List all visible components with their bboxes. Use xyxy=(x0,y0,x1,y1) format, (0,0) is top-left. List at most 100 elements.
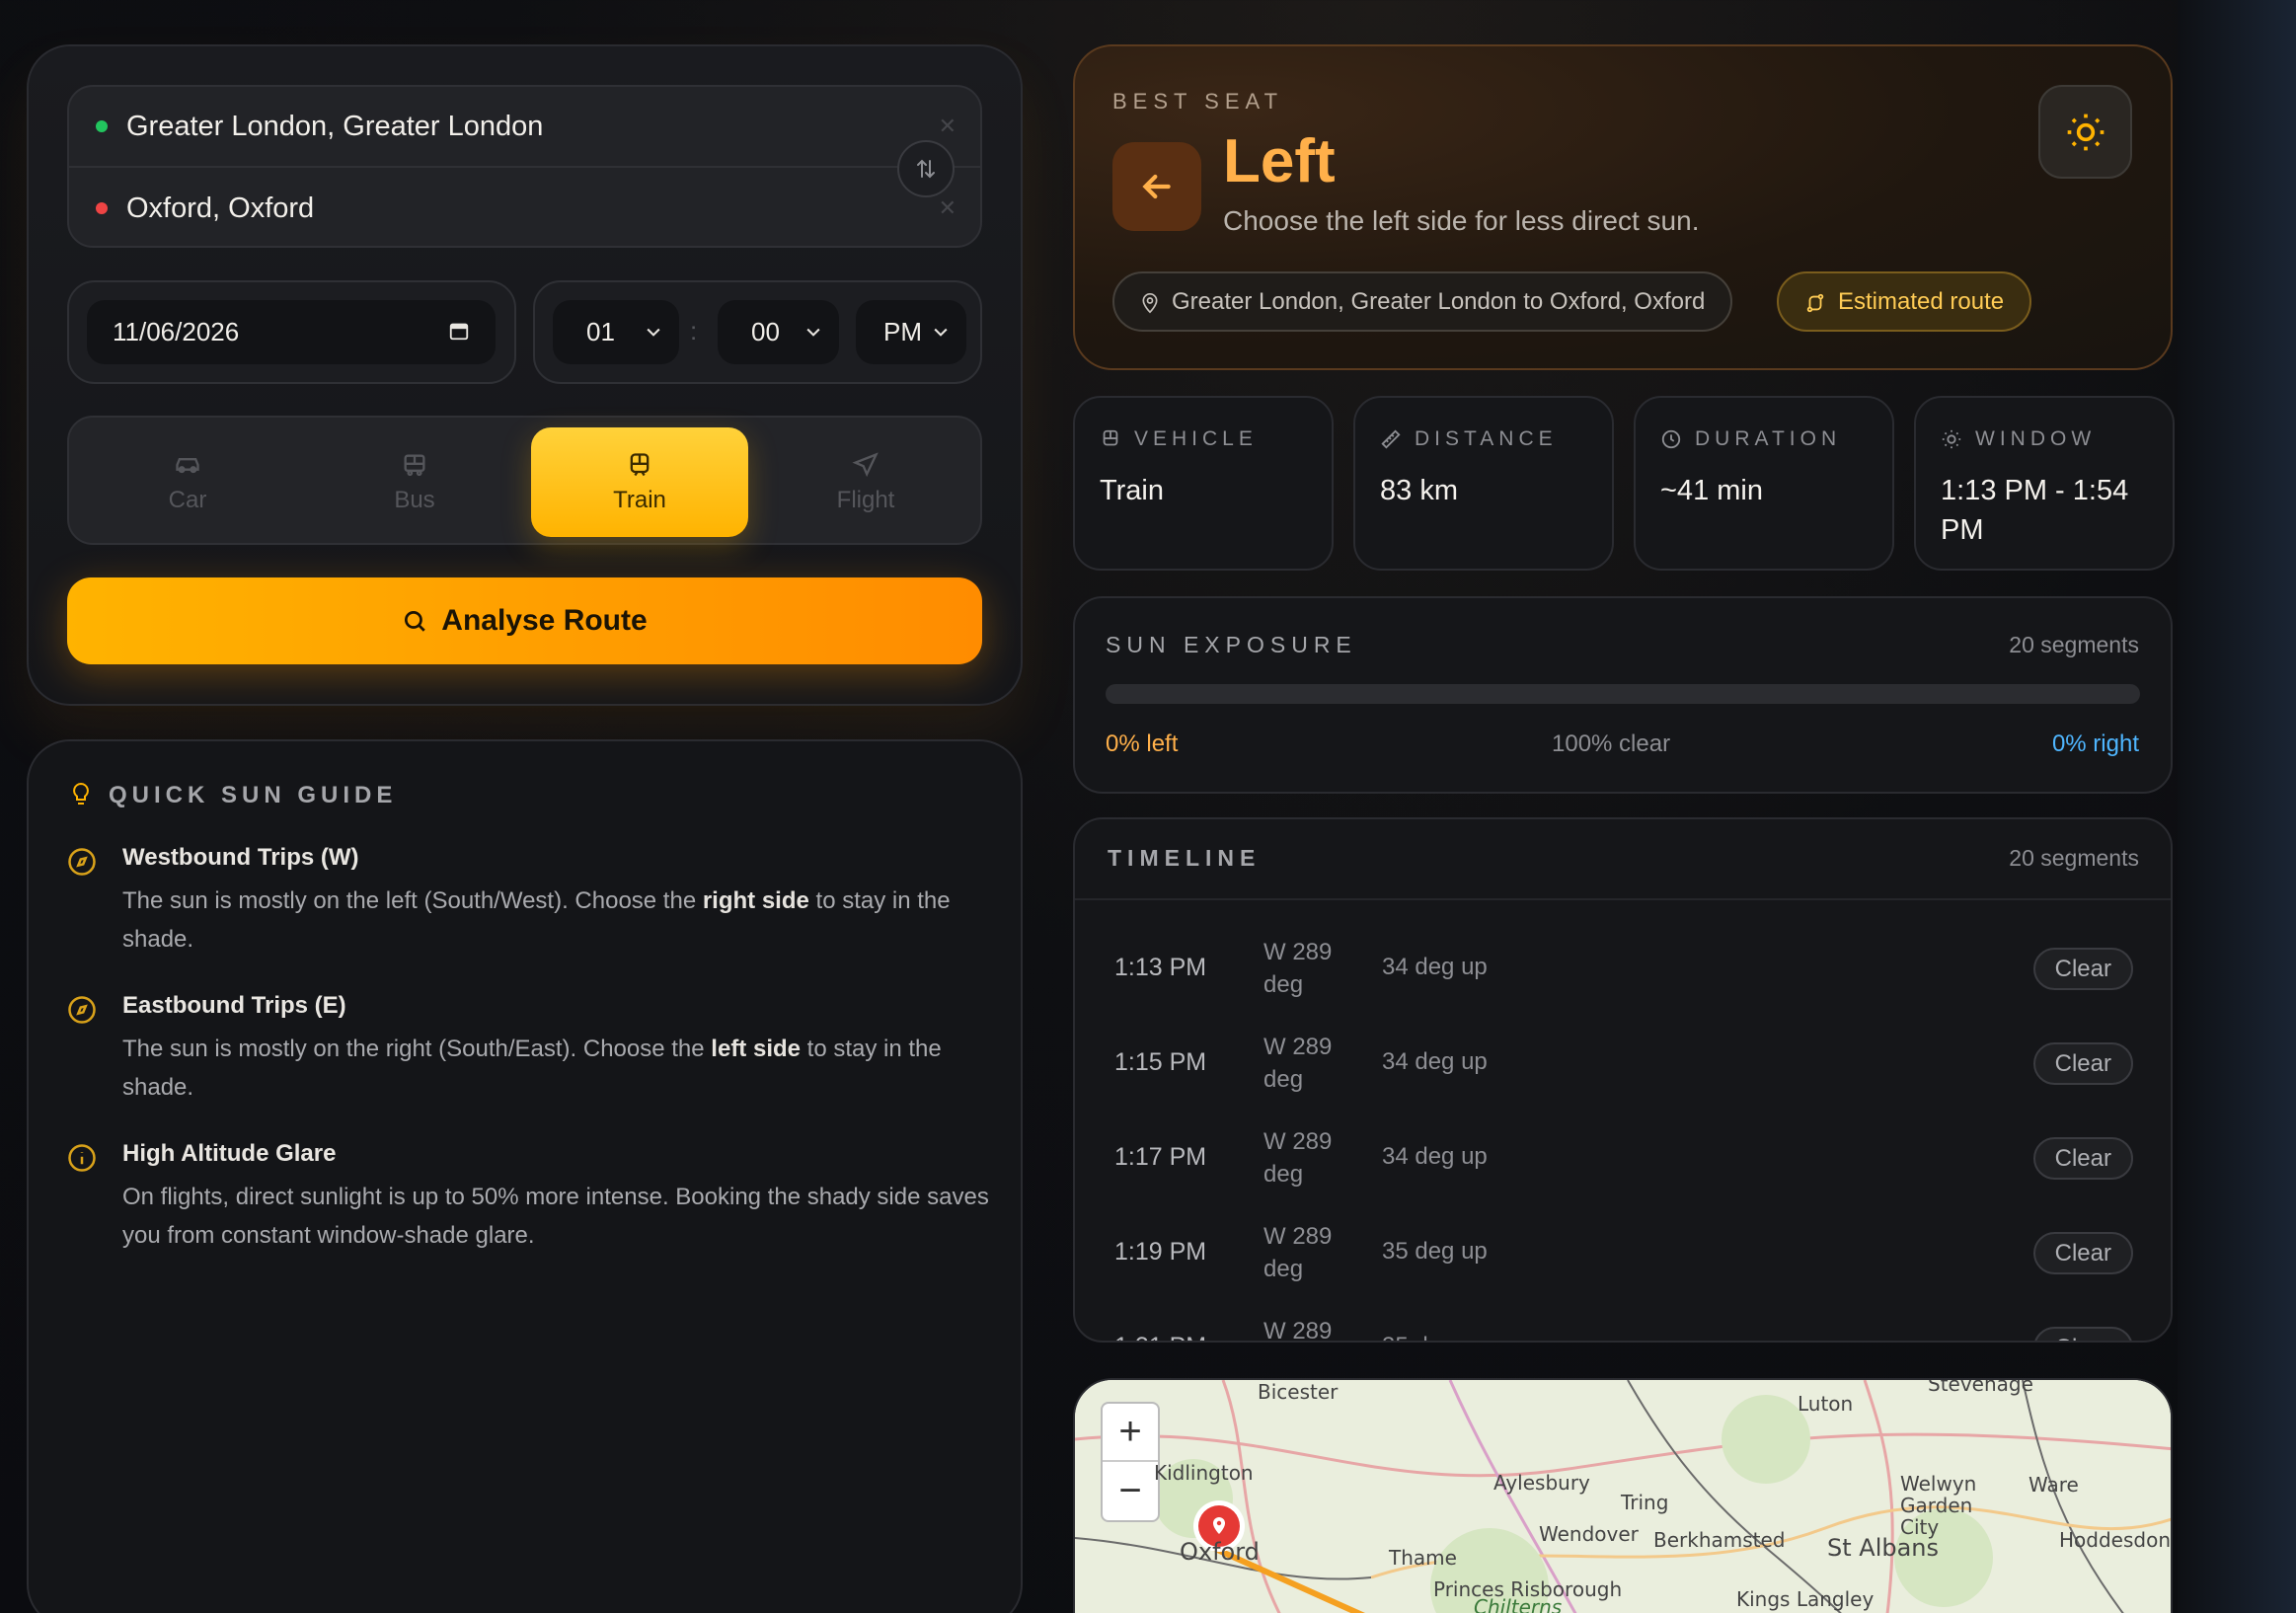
guide-item-title: High Altitude Glare xyxy=(122,1140,337,1167)
timeline-row: 1:19 PM W 289 deg 35 deg up Clear xyxy=(1075,1210,2171,1305)
mode-train[interactable]: Train xyxy=(531,427,748,537)
map-label: Wendover xyxy=(1539,1522,1639,1546)
status-badge: Clear xyxy=(2032,1137,2133,1180)
timeline-time: 1:21 PM xyxy=(1114,1333,1206,1341)
route-map[interactable]: + − Bicester Luton Stevenage Kidlington … xyxy=(1073,1378,2173,1613)
stat-label: WINDOW xyxy=(1975,427,2097,450)
info-icon xyxy=(68,1144,96,1172)
timeline-row: 1:15 PM W 289 deg 34 deg up Clear xyxy=(1075,1021,2171,1115)
mode-flight[interactable]: Flight xyxy=(757,427,974,537)
timeline-row: 1:17 PM W 289 deg 34 deg up Clear xyxy=(1075,1115,2171,1210)
timeline-direction: W 289 deg xyxy=(1263,1223,1333,1282)
map-label: Hoddesdon xyxy=(2059,1528,2171,1552)
route-text: Greater London, Greater London to Oxford… xyxy=(1172,287,1706,315)
stat-vehicle: VEHICLE Train xyxy=(1073,396,1334,571)
travel-mode-selector: Car Bus Train Flight xyxy=(67,416,982,545)
calendar-icon[interactable] xyxy=(448,320,470,342)
app-root: Greater London, Greater London ✕ Oxford,… xyxy=(0,0,2296,1613)
map-label: Chilterns xyxy=(1474,1595,1563,1613)
chevron-down-icon xyxy=(806,328,820,337)
map-label: Bicester xyxy=(1258,1380,1339,1404)
timeline-elevation: 34 deg up xyxy=(1382,1048,1488,1075)
timeline-direction: W 289 deg xyxy=(1263,939,1333,998)
mode-label: Car xyxy=(168,486,207,513)
timeline-elevation: 35 deg up xyxy=(1382,1333,1488,1341)
timeline-segments: 20 segments xyxy=(2009,845,2139,871)
clock-icon xyxy=(1661,429,1681,449)
compass-icon xyxy=(68,848,96,876)
date-input[interactable]: 11/06/2026 xyxy=(87,300,496,364)
zoom-in-button[interactable]: + xyxy=(1103,1404,1158,1462)
ruler-icon xyxy=(1381,429,1401,449)
background-edge xyxy=(2178,0,2296,1613)
origin-field[interactable]: Greater London, Greater London ✕ xyxy=(69,87,980,168)
origin-dot xyxy=(96,120,108,132)
best-seat-label: BEST SEAT xyxy=(1112,89,1284,114)
guide-item-text: The sun is mostly on the right (South/Ea… xyxy=(122,1036,942,1101)
map-label: Berkhamsted xyxy=(1653,1528,1786,1552)
route-icon xyxy=(1806,293,1824,313)
analyse-route-label: Analyse Route xyxy=(441,604,648,637)
destination-dot xyxy=(96,202,108,214)
minute-select[interactable]: 00 xyxy=(718,300,839,364)
status-badge: Clear xyxy=(2032,948,2133,990)
timeline-direction: W 289 deg xyxy=(1263,1034,1333,1093)
exposure-left: 0% left xyxy=(1106,730,1179,757)
timeline-direction: W 289 deg xyxy=(1263,1128,1333,1188)
clear-destination-icon[interactable]: ✕ xyxy=(939,195,957,221)
map-label: Oxford xyxy=(1180,1538,1260,1566)
swap-locations-button[interactable] xyxy=(897,140,955,197)
swap-icon xyxy=(917,159,935,179)
stat-duration: DURATION ~41 min xyxy=(1634,396,1894,571)
car-icon xyxy=(176,457,199,473)
sun-exposure-bar xyxy=(1106,684,2140,704)
timeline-time: 1:13 PM xyxy=(1114,954,1207,981)
status-badge: Clear xyxy=(2032,1042,2133,1085)
theme-toggle-button[interactable] xyxy=(2038,85,2132,179)
exposure-right: 0% right xyxy=(2051,730,2139,757)
timeline-direction: W 289 deg xyxy=(1263,1318,1333,1343)
zoom-out-button[interactable]: − xyxy=(1103,1462,1158,1520)
best-seat-value: Left xyxy=(1223,127,1336,195)
map-label: Kidlington xyxy=(1154,1461,1254,1485)
mode-label: Bus xyxy=(394,486,435,513)
hour-select[interactable]: 01 xyxy=(553,300,679,364)
guide-title: QUICK SUN GUIDE xyxy=(109,782,398,808)
best-seat-description: Choose the left side for less direct sun… xyxy=(1223,205,1700,236)
date-picker: 11/06/2026 xyxy=(67,280,516,384)
stat-value: ~41 min xyxy=(1660,475,1763,506)
clear-origin-icon[interactable]: ✕ xyxy=(939,114,957,139)
sun-icon xyxy=(2067,114,2104,150)
lightbulb-icon xyxy=(73,782,89,805)
plane-icon xyxy=(852,451,879,477)
map-label: Stevenage xyxy=(1928,1378,2033,1396)
chevron-down-icon xyxy=(934,328,948,337)
stat-value: Train xyxy=(1100,475,1164,506)
map-label: Kings Langley xyxy=(1736,1587,1875,1611)
time-separator: : xyxy=(690,316,698,346)
analyse-route-button[interactable]: Analyse Route xyxy=(67,577,982,664)
map-label: Luton xyxy=(1798,1392,1854,1416)
stat-window: WINDOW 1:13 PM - 1:54 PM xyxy=(1914,396,2175,571)
mode-bus[interactable]: Bus xyxy=(306,427,523,537)
stat-label: VEHICLE xyxy=(1134,427,1258,450)
time-picker: 01 : 00 PM xyxy=(533,280,982,384)
timeline-time: 1:17 PM xyxy=(1114,1143,1207,1171)
timeline-time: 1:15 PM xyxy=(1114,1048,1207,1076)
map-pin-icon xyxy=(1142,293,1158,314)
stat-value: 1:13 PM - 1:54 PM xyxy=(1941,475,2129,546)
ampm-select[interactable]: PM xyxy=(856,300,966,364)
timeline-title: TIMELINE xyxy=(1108,845,1262,871)
timeline-card[interactable]: TIMELINE 20 segments 1:13 PM W 289 deg 3… xyxy=(1073,817,2173,1343)
timeline-row: 1:13 PM W 289 deg 34 deg up Clear xyxy=(1075,926,2171,1021)
map-label: Aylesbury xyxy=(1493,1471,1590,1495)
stat-value: 83 km xyxy=(1380,475,1458,506)
seat-direction-badge xyxy=(1112,142,1201,231)
timeline-time: 1:19 PM xyxy=(1114,1238,1207,1266)
stat-label: DURATION xyxy=(1695,427,1842,450)
compass-icon xyxy=(68,996,96,1024)
mode-car[interactable]: Car xyxy=(79,427,296,537)
search-icon xyxy=(405,610,426,632)
estimated-route-chip: Estimated route xyxy=(1777,271,2032,332)
destination-field[interactable]: Oxford, Oxford ✕ xyxy=(69,168,980,249)
